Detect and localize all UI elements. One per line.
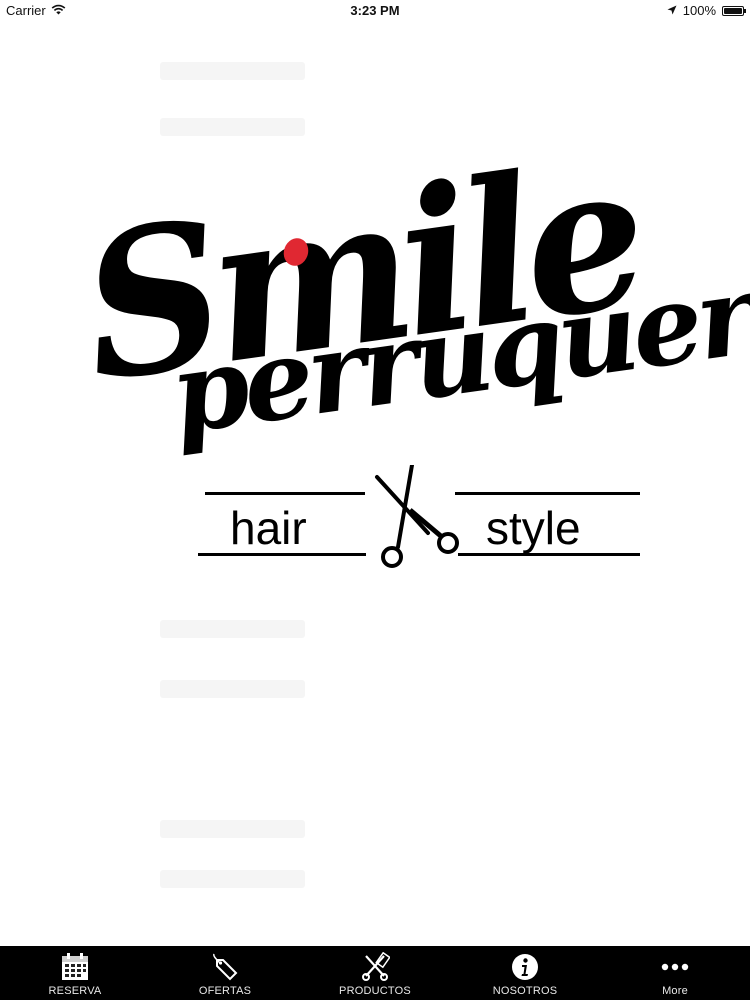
tab-reserva[interactable]: RESERVA (0, 946, 150, 1000)
tab-label-more: More (662, 985, 688, 997)
background-placeholder (160, 118, 305, 136)
calendar-icon (58, 951, 92, 983)
logo-line-bottom-left (198, 553, 366, 556)
status-bar: Carrier 3:23 PM 100% (0, 0, 750, 22)
tab-more[interactable]: More (600, 946, 750, 1000)
tag-icon (208, 951, 242, 983)
battery-icon (722, 5, 746, 16)
location-arrow-icon (667, 3, 677, 18)
more-dots-icon (658, 951, 692, 983)
status-right: 100% (667, 3, 746, 18)
status-time: 3:23 PM (350, 3, 400, 18)
background-placeholder (160, 820, 305, 838)
battery-percent: 100% (682, 3, 716, 18)
scissors-icon (375, 465, 459, 568)
app-screen: Carrier 3:23 PM 100% Smile perruquers ha… (0, 0, 750, 1000)
background-placeholder (160, 62, 305, 80)
logo-tagline-style: style (486, 502, 581, 554)
background-placeholder (160, 870, 305, 888)
background-placeholder (160, 620, 305, 638)
bottom-tab-bar: RESERVA OFERTAS PRODUCTOS NOSOTROS More (0, 946, 750, 1000)
tab-nosotros[interactable]: NOSOTROS (450, 946, 600, 1000)
background-placeholder (160, 680, 305, 698)
tab-label-nosotros: NOSOTROS (492, 985, 558, 997)
tab-label-reserva: RESERVA (48, 985, 102, 997)
logo-line-top-left (205, 492, 365, 495)
tab-productos[interactable]: PRODUCTOS (300, 946, 450, 1000)
tab-label-ofertas: OFERTAS (198, 985, 252, 997)
logo-line-bottom-right (458, 553, 640, 556)
smile-perruquers-logo: Smile perruquers hair style (70, 118, 750, 580)
logo-line-top-right (455, 492, 640, 495)
tab-label-productos: PRODUCTOS (339, 985, 411, 997)
info-icon (508, 951, 542, 983)
scissors-comb-icon (358, 951, 392, 983)
tab-ofertas[interactable]: OFERTAS (150, 946, 300, 1000)
logo-tagline-hair: hair (230, 502, 307, 554)
